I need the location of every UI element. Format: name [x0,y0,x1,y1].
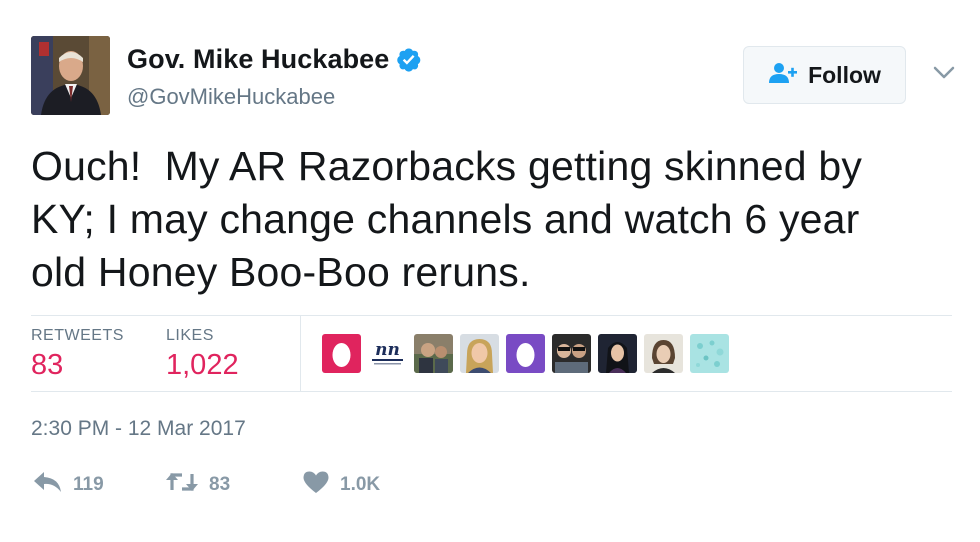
liker-avatar[interactable] [414,334,453,373]
retweets-stat[interactable]: RETWEETS 83 [31,327,124,382]
likes-count: 1,022 [166,349,239,381]
retweets-label: RETWEETS [31,327,124,344]
like-button[interactable]: 1.0K [302,470,380,499]
tweet-timestamp[interactable]: 2:30 PM - 12 Mar 2017 [31,417,246,441]
reply-button[interactable]: 119 [33,470,104,499]
follow-button[interactable]: Follow [743,46,906,104]
retweets-count: 83 [31,349,64,381]
stats-separator [300,316,301,391]
heart-icon [302,470,330,499]
author-handle[interactable]: @GovMikeHuckabee [127,84,335,110]
verified-badge-icon [395,46,422,73]
liker-avatar[interactable] [506,334,545,373]
liker-avatar[interactable]: nn [368,334,407,373]
liker-avatar[interactable] [460,334,499,373]
reply-icon [33,470,63,499]
retweet-icon [165,470,199,499]
author-avatar[interactable] [31,36,110,115]
retweet-count: 83 [209,473,231,495]
author-display-name[interactable]: Gov. Mike Huckabee [127,44,389,75]
likes-label: LIKES [166,327,214,344]
add-user-icon [768,62,798,89]
liker-avatar[interactable] [598,334,637,373]
liker-avatar[interactable] [552,334,591,373]
liker-avatar-logo-text: nn [375,340,400,360]
chevron-down-icon[interactable] [932,62,956,82]
stats-bottom-divider [31,391,952,392]
liker-avatar[interactable] [322,334,361,373]
stats-top-divider [31,315,952,316]
liker-avatars: nn [322,334,729,373]
tweet-text: Ouch! My AR Razorbacks getting skinned b… [31,143,863,295]
author-name-row: Gov. Mike Huckabee [127,44,422,75]
reply-count: 119 [73,473,104,495]
likes-stat[interactable]: LIKES 1,022 [166,327,239,382]
retweet-button[interactable]: 83 [165,470,230,499]
liker-avatar[interactable] [644,334,683,373]
liker-avatar[interactable] [690,334,729,373]
like-count: 1.0K [340,473,381,495]
follow-button-label: Follow [808,61,881,88]
